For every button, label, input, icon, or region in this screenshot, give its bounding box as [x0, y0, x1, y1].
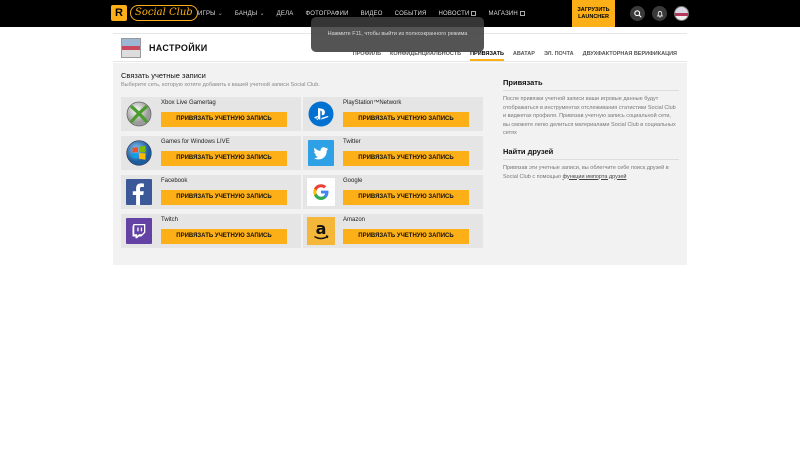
- nav-item-jobs[interactable]: ДЕЛА: [277, 11, 294, 17]
- accounts-grid: Xbox Live Gamertag ПРИВЯЗАТЬ УЧЕТНУЮ ЗАП…: [121, 97, 483, 248]
- friend-import-link[interactable]: функции импорта друзей: [563, 174, 627, 180]
- chevron-down-icon: ⌄: [217, 11, 223, 17]
- fullscreen-toast: Нажмите F11, чтобы выйти из полноэкранно…: [311, 17, 484, 52]
- account-name: PlayStation™Network: [343, 100, 402, 106]
- amazon-icon: a: [307, 217, 335, 245]
- download-launcher-button[interactable]: ЗАГРУЗИТЬ LAUNCHER: [572, 0, 615, 27]
- tab-privacy[interactable]: КОНФИДЕНЦИАЛЬНОСТЬ: [390, 51, 461, 61]
- nav-item-label: МАГАЗИН: [488, 10, 518, 17]
- account-name: Twitch: [161, 217, 179, 223]
- svg-text:a: a: [316, 219, 327, 238]
- nav-item-store[interactable]: МАГАЗИН: [488, 10, 525, 17]
- search-icon[interactable]: [630, 6, 645, 21]
- link-google-button[interactable]: ПРИВЯЗАТЬ УЧЕТНУЮ ЗАПИСЬ: [343, 190, 469, 205]
- section-description: Выберите сеть, которую хотите добавить к…: [121, 82, 320, 88]
- nav-item-label: ИГРЫ: [198, 10, 216, 17]
- link-accounts-panel: Связать учетные записи Выберите сеть, ко…: [113, 63, 687, 265]
- link-windows-button[interactable]: ПРИВЯЗАТЬ УЧЕТНУЮ ЗАПИСЬ: [161, 151, 287, 166]
- social-club-logo[interactable]: R Social Club: [111, 4, 198, 22]
- launcher-line2: LAUNCHER: [578, 14, 609, 20]
- twitch-icon: [125, 217, 153, 245]
- account-card-playstation: PlayStation™Network ПРИВЯЗАТЬ УЧЕТНУЮ ЗА…: [303, 97, 483, 131]
- tab-avatar[interactable]: АВАТАР: [513, 51, 535, 61]
- tab-link[interactable]: ПРИВЯЗАТЬ: [470, 51, 504, 61]
- page-title: НАСТРОЙКИ: [149, 43, 208, 53]
- nav-item-label: БАНДЫ: [234, 10, 258, 17]
- account-card-amazon: a Amazon ПРИВЯЗАТЬ УЧЕТНУЮ ЗАПИСЬ: [303, 214, 483, 248]
- sidebar-friends-title: Найти друзей: [503, 147, 679, 160]
- account-name: Twitter: [343, 139, 361, 145]
- account-name: Facebook: [161, 178, 188, 184]
- social-club-logo-text: Social Club: [130, 5, 198, 21]
- nav-item-label: ДЕЛА: [276, 10, 294, 17]
- facebook-icon: [125, 178, 153, 206]
- google-icon: [307, 178, 335, 206]
- account-card-windows: Games for Windows LIVE ПРИВЯЗАТЬ УЧЕТНУЮ…: [121, 136, 301, 170]
- external-link-icon: [519, 11, 525, 16]
- link-amazon-button[interactable]: ПРИВЯЗАТЬ УЧЕТНУЮ ЗАПИСЬ: [343, 229, 469, 244]
- nav-item-games[interactable]: ИГРЫ ⌄: [198, 10, 223, 18]
- avatar[interactable]: [674, 6, 689, 21]
- xbox-icon: [125, 100, 153, 128]
- account-card-xbox: Xbox Live Gamertag ПРИВЯЗАТЬ УЧЕТНУЮ ЗАП…: [121, 97, 301, 131]
- tab-profile[interactable]: ПРОФИЛЬ: [353, 51, 381, 61]
- external-link-icon: [471, 11, 477, 16]
- settings-thumbnail: [121, 38, 141, 58]
- nav-item-crews[interactable]: БАНДЫ ⌄: [234, 10, 265, 18]
- nav-item-label: НОВОСТИ: [438, 10, 470, 17]
- account-card-twitter: Twitter ПРИВЯЗАТЬ УЧЕТНУЮ ЗАПИСЬ: [303, 136, 483, 170]
- account-card-twitch: Twitch ПРИВЯЗАТЬ УЧЕТНУЮ ЗАПИСЬ: [121, 214, 301, 248]
- nav-item-videos[interactable]: ВИДЕО: [361, 11, 383, 17]
- launcher-line1: ЗАГРУЗИТЬ: [577, 7, 610, 13]
- account-name: Games for Windows LIVE: [161, 139, 230, 145]
- twitter-icon: [307, 139, 335, 167]
- link-twitch-button[interactable]: ПРИВЯЗАТЬ УЧЕТНУЮ ЗАПИСЬ: [161, 229, 287, 244]
- nav-item-photos[interactable]: ФОТОГРАФИИ: [305, 11, 348, 17]
- link-facebook-button[interactable]: ПРИВЯЗАТЬ УЧЕТНУЮ ЗАПИСЬ: [161, 190, 287, 205]
- nav-item-label: ВИДЕО: [360, 10, 383, 17]
- info-sidebar: Привязать После привязки учетной записи …: [503, 78, 679, 181]
- link-xbox-button[interactable]: ПРИВЯЗАТЬ УЧЕТНУЮ ЗАПИСЬ: [161, 112, 287, 127]
- sidebar-link-text: После привязки учетной записи ваши игров…: [503, 96, 676, 137]
- playstation-icon: [307, 100, 335, 128]
- account-card-facebook: Facebook ПРИВЯЗАТЬ УЧЕТНУЮ ЗАПИСЬ: [121, 175, 301, 209]
- account-card-google: Google ПРИВЯЗАТЬ УЧЕТНУЮ ЗАПИСЬ: [303, 175, 483, 209]
- settings-tabs: ПРОФИЛЬ КОНФИДЕНЦИАЛЬНОСТЬ ПРИВЯЗАТЬ АВА…: [344, 51, 677, 61]
- tab-email[interactable]: ЭЛ. ПОЧТА: [544, 51, 574, 61]
- account-name: Xbox Live Gamertag: [161, 100, 216, 106]
- account-name: Amazon: [343, 217, 366, 223]
- section-title: Связать учетные записи: [121, 71, 206, 80]
- sidebar-link-title: Привязать: [503, 78, 679, 91]
- tab-two-factor[interactable]: ДВУХФАКТОРНАЯ ВЕРИФИКАЦИЯ: [583, 51, 677, 61]
- rockstar-logo-icon: R: [111, 5, 127, 21]
- nav-item-events[interactable]: СОБЫТИЯ: [395, 11, 427, 17]
- link-playstation-button[interactable]: ПРИВЯЗАТЬ УЧЕТНУЮ ЗАПИСЬ: [343, 112, 469, 127]
- sidebar-friends-paragraph: Привязав эти учетные записи, вы облегчит…: [503, 164, 679, 181]
- chevron-down-icon: ⌄: [259, 11, 265, 17]
- account-name: Google: [343, 178, 363, 184]
- bell-icon[interactable]: [652, 6, 667, 21]
- windows-icon: [125, 139, 153, 167]
- link-twitter-button[interactable]: ПРИВЯЗАТЬ УЧЕТНУЮ ЗАПИСЬ: [343, 151, 469, 166]
- nav-item-label: СОБЫТИЯ: [394, 10, 427, 17]
- nav-item-label: ФОТОГРАФИИ: [305, 10, 349, 17]
- nav-item-news[interactable]: НОВОСТИ: [439, 11, 477, 17]
